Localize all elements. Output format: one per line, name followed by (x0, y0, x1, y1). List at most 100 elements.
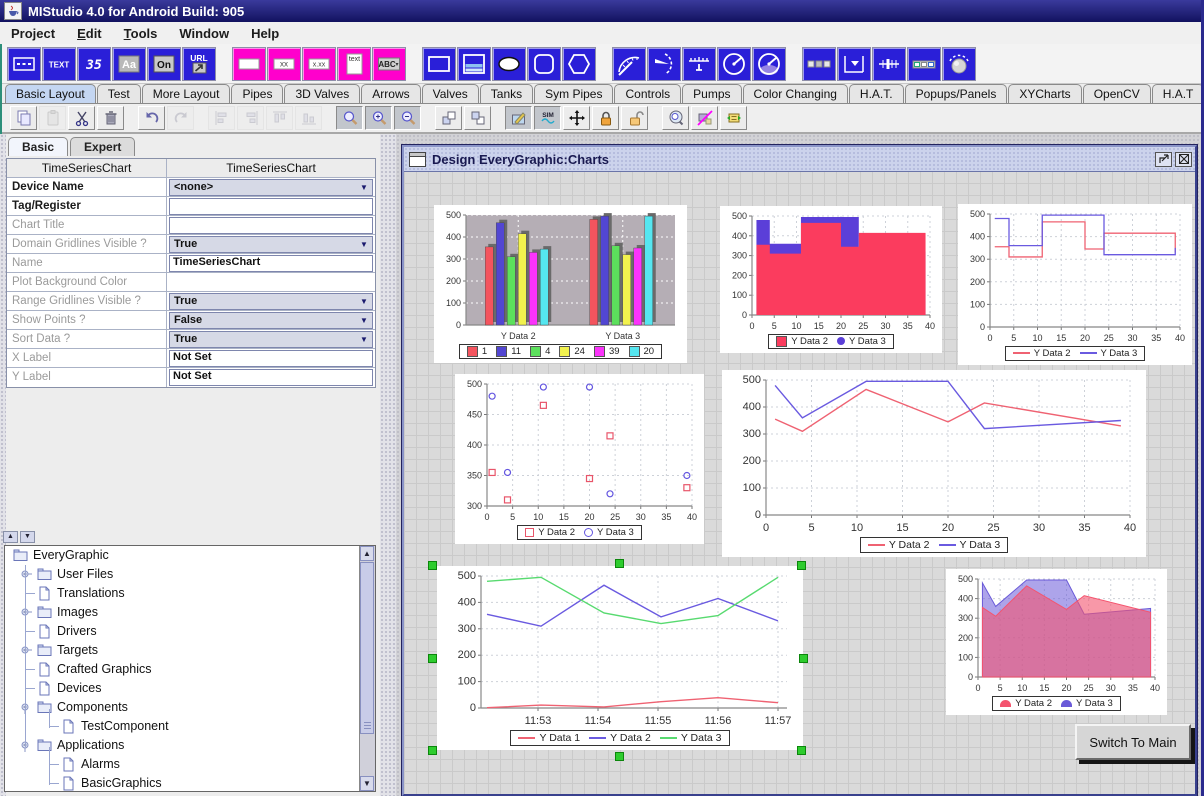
bar-chart-panel[interactable]: 0100200300400500Y Data 2Y Data 311142439… (434, 205, 687, 363)
step-area-chart-panel[interactable]: 05101520253035400100200300400500Y Data 2… (720, 206, 942, 353)
scroll-up-icon[interactable]: ▲ (360, 546, 374, 561)
tab-opencv[interactable]: OpenCV (1083, 84, 1151, 103)
tab-basic-layout[interactable]: Basic Layout (5, 84, 96, 103)
display-numeric-icon[interactable]: 35 (77, 47, 111, 81)
property-field-y-label[interactable]: Not Set (169, 369, 373, 386)
property-dropdown-range-gridlines-visible[interactable]: True▼ (169, 293, 373, 310)
tree-item-drivers[interactable]: Drivers (5, 622, 375, 641)
delete-icon[interactable] (97, 106, 124, 130)
zoom-in-icon[interactable] (365, 106, 392, 130)
tree-item-targets[interactable]: Targets (5, 641, 375, 660)
tab-tanks[interactable]: Tanks (480, 84, 533, 103)
xx-field-icon[interactable]: xx (267, 47, 301, 81)
property-dropdown-sort-data[interactable]: True▼ (169, 331, 373, 348)
line-chart-panel[interactable]: 05101520253035400100200300400500Y Data 2… (722, 370, 1146, 557)
sim-mode-icon[interactable]: SIM (534, 106, 561, 130)
tree-item-alarms[interactable]: Alarms (5, 755, 375, 774)
vertical-splitter[interactable] (380, 134, 396, 796)
tab-controls[interactable]: Controls (614, 84, 681, 103)
tree-item-components[interactable]: Components (5, 698, 375, 717)
tree-item-testcomponent[interactable]: TestComponent (5, 717, 375, 736)
tab-h-a-t[interactable]: H.A.T. (849, 84, 904, 103)
property-field-tag-register[interactable] (169, 198, 373, 215)
tab-sym-pipes[interactable]: Sym Pipes (534, 84, 613, 103)
decimal-field-icon[interactable]: x.xx (302, 47, 336, 81)
splitter-down-icon[interactable]: ▼ (20, 531, 35, 543)
tab-popups-panels[interactable]: Popups/Panels (905, 84, 1008, 103)
draw-mode-icon[interactable] (505, 106, 532, 130)
rounded-rect-shape-icon[interactable] (527, 47, 561, 81)
selection-handle[interactable] (428, 746, 437, 755)
scrollbar-thumb[interactable] (360, 562, 374, 734)
time-series-chart-panel[interactable]: 11:5311:5411:5511:5611:57010020030040050… (437, 566, 803, 750)
tab-color-changing[interactable]: Color Changing (743, 84, 848, 103)
send-to-back-icon[interactable] (464, 106, 491, 130)
tab-pumps[interactable]: Pumps (682, 84, 741, 103)
selection-handle[interactable] (615, 559, 624, 568)
round-gauge-icon[interactable] (717, 47, 751, 81)
tab-h-a-t[interactable]: H.A.T (1152, 84, 1204, 103)
menu-tools[interactable]: Tools (113, 24, 169, 43)
ellipse-shape-icon[interactable] (492, 47, 526, 81)
inspector-tab-basic[interactable]: Basic (8, 137, 68, 156)
maximize-icon[interactable] (1155, 152, 1172, 167)
move-mode-icon[interactable] (563, 106, 590, 130)
selection-handle[interactable] (615, 752, 624, 761)
zoom-view-icon[interactable] (662, 106, 689, 130)
tab-arrows[interactable]: Arrows (361, 84, 420, 103)
scatter-chart-panel[interactable]: 0510152025303540300350400450500Y Data 2Y… (455, 374, 704, 544)
bring-to-front-icon[interactable] (435, 106, 462, 130)
menu-help[interactable]: Help (240, 24, 290, 43)
on-off-button-icon[interactable]: On (147, 47, 181, 81)
menu-window[interactable]: Window (168, 24, 240, 43)
tab-valves[interactable]: Valves (422, 84, 479, 103)
url-link-icon[interactable]: URL (182, 47, 216, 81)
selection-handle[interactable] (428, 654, 437, 663)
design-frame-titlebar[interactable]: Design EveryGraphic:Charts (404, 147, 1195, 172)
tab-3d-valves[interactable]: 3D Valves (284, 84, 360, 103)
property-field-chart-title[interactable] (169, 217, 373, 234)
close-icon[interactable] (1175, 152, 1192, 167)
round-gauge-glow-icon[interactable] (752, 47, 786, 81)
step-line-chart-panel[interactable]: 05101520253035400100200300400500Y Data 2… (958, 204, 1192, 365)
display-text-icon[interactable]: TEXT (42, 47, 76, 81)
tank-level-icon[interactable] (837, 47, 871, 81)
unlock-icon[interactable] (621, 106, 648, 130)
tab-test[interactable]: Test (97, 84, 141, 103)
property-dropdown-domain-gridlines-visible[interactable]: True▼ (169, 236, 373, 253)
text-area-icon[interactable]: text (337, 47, 371, 81)
switch-to-main-button[interactable]: Switch To Main (1075, 724, 1191, 760)
display-dashes-icon[interactable] (7, 47, 41, 81)
tree-item-images[interactable]: Images (5, 603, 375, 622)
dial-gauge-icon[interactable] (647, 47, 681, 81)
tree-item-basicgraphics[interactable]: BasicGraphics (5, 774, 375, 792)
selection-handle[interactable] (799, 654, 808, 663)
image-toggle-icon[interactable] (691, 106, 718, 130)
window-titlebar[interactable]: MIStudio 4.0 for Android Build: 905 (0, 0, 1204, 22)
tree-scrollbar[interactable]: ▲▼ (359, 546, 375, 791)
selection-handle[interactable] (797, 746, 806, 755)
selection-handle[interactable] (428, 561, 437, 570)
inspector-tab-expert[interactable]: Expert (70, 137, 135, 156)
tree-item-translations[interactable]: Translations (5, 584, 375, 603)
property-field-name[interactable]: TimeSeriesChart (169, 255, 373, 272)
abc-combo-icon[interactable]: ABC (372, 47, 406, 81)
tree-item-applications[interactable]: Applications (5, 736, 375, 755)
property-dropdown-device-name[interactable]: <none>▼ (169, 179, 373, 196)
copy-icon[interactable] (10, 106, 37, 130)
zoom-icon[interactable] (336, 106, 363, 130)
numeric-field-icon[interactable] (232, 47, 266, 81)
hexagon-shape-icon[interactable] (562, 47, 596, 81)
tab-xycharts[interactable]: XYCharts (1008, 84, 1081, 103)
tree-item-user-files[interactable]: User Files (5, 565, 375, 584)
menu-edit[interactable]: Edit (66, 24, 113, 43)
zoom-out-icon[interactable] (394, 106, 421, 130)
button-strip-icon[interactable] (802, 47, 836, 81)
property-field-x-label[interactable]: Not Set (169, 350, 373, 367)
arc-gauge-icon[interactable] (612, 47, 646, 81)
tree-item-devices[interactable]: Devices (5, 679, 375, 698)
rect-shape-icon[interactable] (422, 47, 456, 81)
tab-pipes[interactable]: Pipes (231, 84, 283, 103)
tree-item-crafted-graphics[interactable]: Crafted Graphics (5, 660, 375, 679)
linear-gauge-icon[interactable] (682, 47, 716, 81)
